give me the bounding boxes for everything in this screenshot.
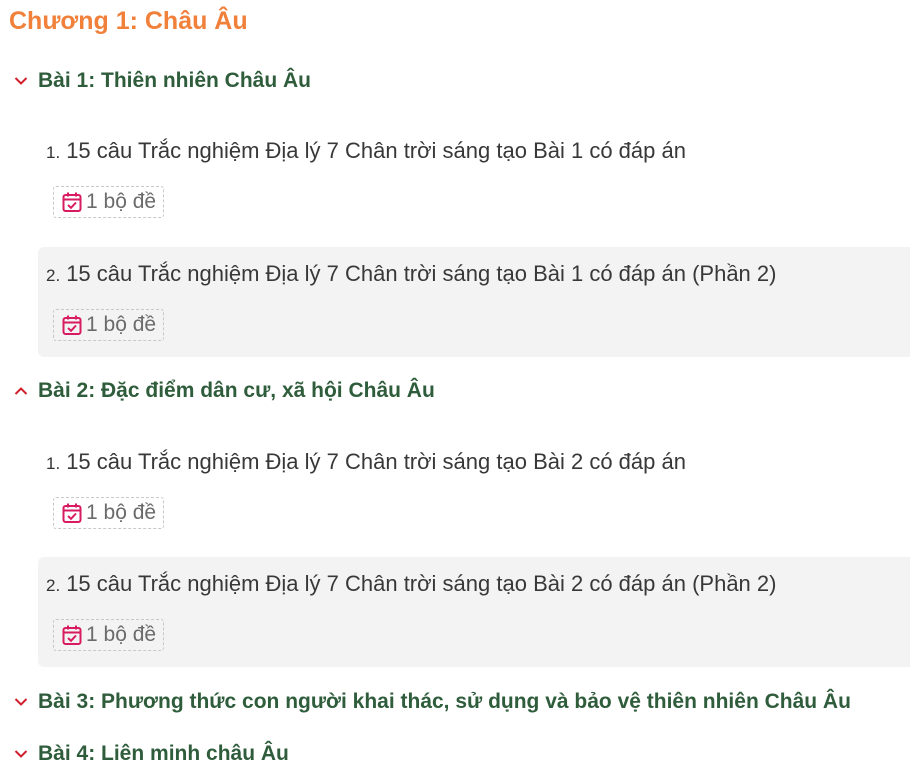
quiz-count-badge[interactable]: 1 bộ đề xyxy=(53,309,165,341)
quiz-row: 2. 15 câu Trắc nghiệm Địa lý 7 Chân trời… xyxy=(46,260,776,288)
item-number: 1. xyxy=(46,143,61,162)
calendar-check-icon xyxy=(61,502,83,524)
chevron-up-icon xyxy=(14,384,28,398)
quiz-count-badge[interactable]: 1 bộ đề xyxy=(53,619,165,651)
quiz-row: 1. 15 câu Trắc nghiệm Địa lý 7 Chân trời… xyxy=(46,137,686,165)
lesson-title: Bài 3: Phương thức con người khai thác, … xyxy=(38,690,851,713)
list-item: 2. 15 câu Trắc nghiệm Địa lý 7 Chân trời… xyxy=(38,247,910,357)
item-number: 1. xyxy=(46,454,61,473)
item-number: 2. xyxy=(46,266,61,285)
quiz-link[interactable]: 15 câu Trắc nghiệm Địa lý 7 Chân trời sá… xyxy=(66,448,686,476)
quiz-row: 1. 15 câu Trắc nghiệm Địa lý 7 Chân trời… xyxy=(46,448,686,476)
chevron-down-icon xyxy=(14,747,28,761)
page: Chương 1: Châu Âu Bài 1: Thiên nhiên Châ… xyxy=(0,0,910,779)
quiz-count-badge[interactable]: 1 bộ đề xyxy=(53,497,165,529)
quiz-link[interactable]: 15 câu Trắc nghiệm Địa lý 7 Chân trời sá… xyxy=(66,137,686,165)
quiz-link[interactable]: 15 câu Trắc nghiệm Địa lý 7 Chân trời sá… xyxy=(66,260,776,288)
lesson-title: Bài 1: Thiên nhiên Châu Âu xyxy=(38,69,312,92)
lesson-header-2[interactable]: Bài 2: Đặc điểm dân cư, xã hội Châu Âu xyxy=(14,376,435,406)
lesson-title: Bài 4: Liên minh châu Âu xyxy=(38,742,289,765)
badge-label: 1 bộ đề xyxy=(86,501,157,524)
quiz-link[interactable]: 15 câu Trắc nghiệm Địa lý 7 Chân trời sá… xyxy=(66,570,776,598)
list-item: 2. 15 câu Trắc nghiệm Địa lý 7 Chân trời… xyxy=(38,557,910,667)
badge-label: 1 bộ đề xyxy=(86,313,157,336)
list-item: 1. 15 câu Trắc nghiệm Địa lý 7 Chân trời… xyxy=(38,124,910,234)
quiz-row: 2. 15 câu Trắc nghiệm Địa lý 7 Chân trời… xyxy=(46,570,776,598)
lesson-header-4[interactable]: Bài 4: Liên minh châu Âu xyxy=(14,739,289,769)
chevron-down-icon xyxy=(14,74,28,88)
quiz-count-badge[interactable]: 1 bộ đề xyxy=(53,186,165,218)
lesson-header-3[interactable]: Bài 3: Phương thức con người khai thác, … xyxy=(14,687,851,717)
calendar-check-icon xyxy=(61,624,83,646)
calendar-check-icon xyxy=(61,314,83,336)
badge-label: 1 bộ đề xyxy=(86,623,157,646)
lesson-header-1[interactable]: Bài 1: Thiên nhiên Châu Âu xyxy=(14,66,311,96)
calendar-check-icon xyxy=(61,191,83,213)
item-number: 2. xyxy=(46,576,61,595)
badge-label: 1 bộ đề xyxy=(86,190,157,213)
chevron-down-icon xyxy=(14,695,28,709)
lesson-title: Bài 2: Đặc điểm dân cư, xã hội Châu Âu xyxy=(38,379,435,402)
list-item: 1. 15 câu Trắc nghiệm Địa lý 7 Chân trời… xyxy=(38,435,910,545)
chapter-title: Chương 1: Châu Âu xyxy=(9,7,248,35)
